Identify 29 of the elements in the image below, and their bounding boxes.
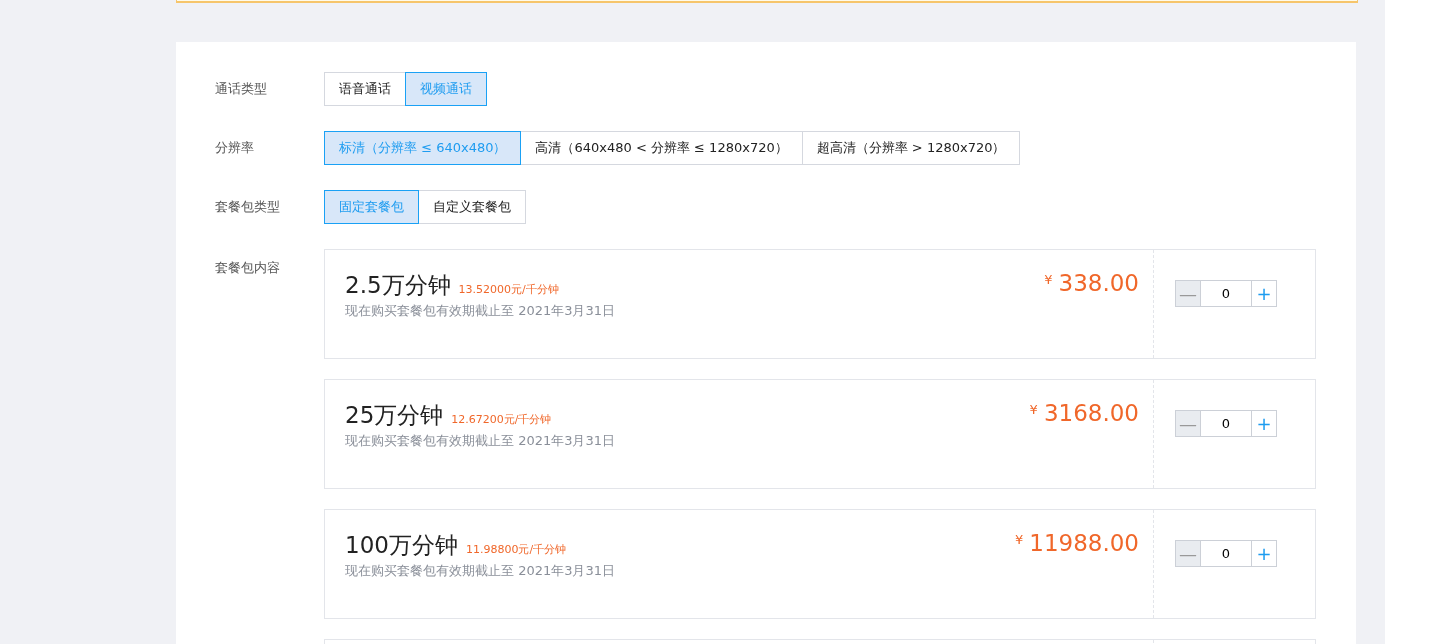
option-button[interactable]: 语音通话 — [324, 72, 406, 106]
currency-symbol: ¥ — [1014, 532, 1024, 547]
quantity-input[interactable]: 0 — [1200, 541, 1252, 566]
quantity-stepper[interactable]: — 0 + — [1175, 280, 1277, 307]
field-label: 分辨率 — [215, 139, 255, 157]
price: 11988.00 — [1029, 530, 1139, 556]
package-title: 25万分钟 — [345, 401, 444, 430]
validity-text: 现在购买套餐包有效期截止至 2021年3月31日 — [345, 302, 616, 320]
validity-text: 现在购买套餐包有效期截止至 2021年3月31日 — [345, 432, 616, 450]
price: 3168.00 — [1043, 400, 1139, 426]
currency-symbol: ¥ — [1044, 272, 1053, 287]
option-button[interactable]: 自定义套餐包 — [418, 190, 526, 224]
package-title: 100万分钟 — [345, 531, 458, 560]
field-label: 通话类型 — [215, 80, 268, 98]
currency-symbol: ¥ — [1029, 402, 1038, 417]
quantity-input[interactable]: 0 — [1200, 281, 1252, 306]
option-button[interactable]: 超高清（分辨率 > 1280x720） — [801, 131, 1021, 165]
price: 338.00 — [1058, 270, 1139, 296]
field-label: 套餐包内容 — [215, 259, 281, 277]
option-button[interactable]: 高清（640x480 < 分辨率 ≤ 1280x720） — [520, 131, 803, 165]
quantity-stepper[interactable]: — 0 + — [1175, 410, 1277, 437]
unit-price: 11.98800元/千分钟 — [465, 542, 567, 557]
unit-price: 12.67200元/千分钟 — [451, 412, 552, 427]
quantity-input[interactable]: 0 — [1200, 411, 1252, 436]
package-title: 2.5万分钟 — [345, 271, 451, 300]
validity-text: 现在购买套餐包有效期截止至 2021年3月31日 — [345, 562, 616, 580]
unit-price: 13.52000元/千分钟 — [458, 282, 559, 297]
field-label: 套餐包类型 — [215, 198, 281, 216]
quantity-stepper[interactable]: — 0 + — [1175, 540, 1277, 567]
